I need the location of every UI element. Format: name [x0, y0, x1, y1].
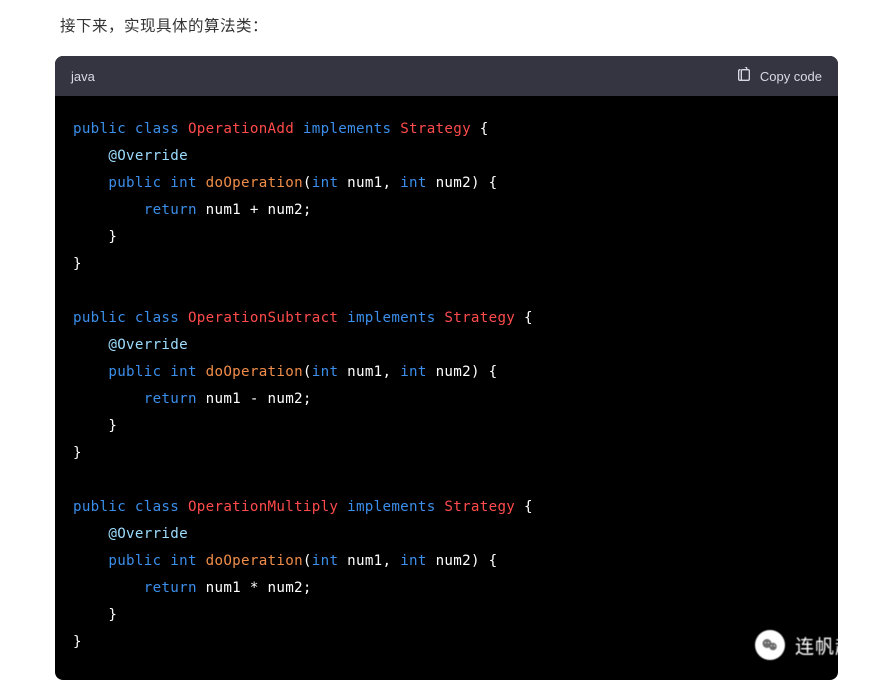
clipboard-icon — [736, 67, 752, 86]
code-block: java Copy code public class OperationAdd… — [55, 56, 838, 680]
watermark-text: 连帆起航 — [795, 632, 875, 659]
code-content: public class OperationAdd implements Str… — [55, 96, 838, 680]
copy-code-label: Copy code — [760, 69, 822, 84]
code-language-label: java — [71, 69, 95, 84]
article-intro-text: 接下来，实现具体的算法类： — [0, 0, 893, 56]
code-header: java Copy code — [55, 56, 838, 96]
wechat-watermark: 连帆起航 — [755, 630, 875, 660]
copy-code-button[interactable]: Copy code — [736, 67, 822, 86]
wechat-icon — [755, 630, 785, 660]
